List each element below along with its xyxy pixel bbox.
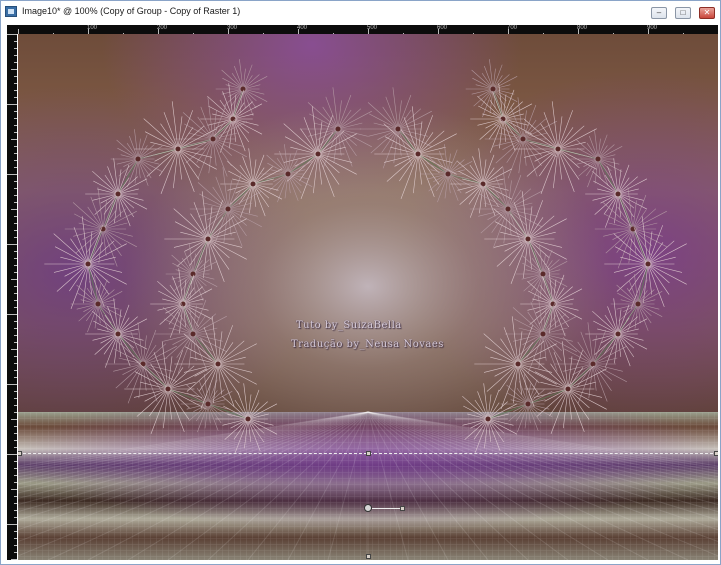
image-canvas[interactable]: Tuto by_SuizaBella Tradução by_Neusa Nov…: [18, 34, 718, 560]
resize-handle-right[interactable]: [714, 451, 718, 456]
ruler-label: 900: [647, 25, 658, 31]
document-title: Image10* @ 100% (Copy of Group - Copy of…: [22, 6, 241, 16]
ruler-label: 100: [87, 25, 98, 31]
resize-handle-top[interactable]: [366, 451, 371, 456]
ruler-label: 300: [227, 25, 238, 31]
maximize-button[interactable]: □: [675, 7, 691, 19]
minimize-button[interactable]: –: [651, 7, 667, 19]
ruler-label: 400: [297, 25, 308, 31]
close-button[interactable]: ✕: [699, 7, 715, 19]
watermark-line-1: Tuto by_SuizaBella: [296, 320, 402, 331]
image-document-icon: [5, 6, 17, 17]
ruler-label: 800: [577, 25, 588, 31]
watermark-line-2: Tradução by_Neusa Novaes: [291, 339, 444, 350]
rotation-arm: [372, 508, 402, 509]
resize-handle-bottom[interactable]: [366, 554, 371, 559]
ruler-label: 200: [157, 25, 168, 31]
vertical-ruler-ticks: [7, 34, 17, 560]
horizontal-ruler: 100 200 300 400 500 600 700 800 900: [18, 25, 718, 34]
rotation-handle[interactable]: [400, 506, 405, 511]
ruler-label: 700: [507, 25, 518, 31]
document-title-bar[interactable]: Image10* @ 100% (Copy of Group - Copy of…: [1, 1, 720, 23]
ruler-corner: [7, 25, 18, 34]
vertical-ruler: [7, 34, 17, 560]
ruler-label: 500: [367, 25, 378, 31]
resize-handle-left[interactable]: [18, 451, 22, 456]
artwork: [18, 34, 718, 560]
rotation-pivot-handle[interactable]: [364, 504, 372, 512]
tiled-floor: [18, 411, 718, 560]
image-document-window: Image10* @ 100% (Copy of Group - Copy of…: [0, 0, 721, 565]
ruler-label: 600: [437, 25, 448, 31]
